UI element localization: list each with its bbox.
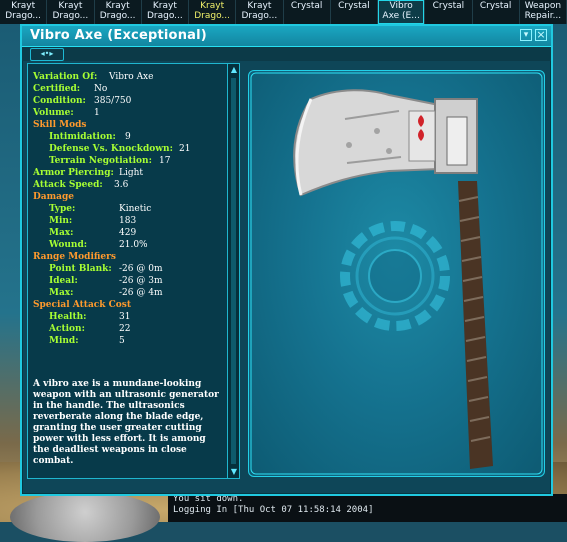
condition-row: Condition: 385/750 [33, 96, 132, 106]
inventory-slot-line2: Drago... [99, 11, 136, 21]
details-scrollbar[interactable]: ▲ ▼ [227, 64, 239, 478]
item-description: A vibro axe is a mundane-looking weapon … [33, 379, 219, 466]
inventory-slot[interactable]: Krayt Drago... [189, 0, 237, 24]
inventory-slot[interactable]: Krayt Drago... [95, 0, 142, 24]
inventory-slot[interactable]: Crystal [331, 0, 378, 24]
inventory-slot[interactable]: Crystal [473, 0, 520, 24]
inventory-slot-line1: Vibro [389, 1, 413, 11]
inventory-slot-line2: Crystal [479, 1, 512, 11]
max-range-row: Max: -26 @ 4m [49, 288, 163, 298]
window-toolbar: ◂•▸ [22, 47, 551, 61]
close-button[interactable]: × [535, 29, 547, 41]
inventory-slot-line1: Krayt [247, 1, 272, 11]
scroll-track[interactable] [231, 78, 236, 464]
chat-log: You sit down. Logging In [Thu Oct 07 11:… [168, 494, 567, 522]
skill-mods-header: Skill Mods [33, 120, 87, 130]
preview-graphic [250, 72, 543, 475]
ideal-range-row: Ideal: -26 @ 3m [49, 276, 163, 286]
damage-type-row: Type: Kinetic [49, 204, 152, 214]
inventory-slot-line2: Drago... [52, 11, 89, 21]
inventory-slot-line1: Krayt [105, 1, 130, 11]
inventory-slot[interactable]: Krayt Drago... [142, 0, 189, 24]
inventory-slot[interactable]: Crystal [284, 0, 331, 24]
volume-row: Volume: 1 [33, 108, 100, 118]
damage-header: Damage [33, 192, 75, 202]
point-blank-row: Point Blank: -26 @ 0m [49, 264, 163, 274]
minimize-button[interactable]: ▾ [520, 29, 532, 41]
nav-arrows-icon[interactable]: ◂•▸ [30, 48, 64, 61]
inventory-slot[interactable]: Weapon Repair... [520, 0, 567, 24]
inventory-slot[interactable]: Krayt Drago... [0, 0, 48, 24]
inventory-slot-line1: Krayt [152, 1, 177, 11]
inventory-slot-line1: Krayt [200, 1, 225, 11]
inventory-slot[interactable]: Vibro Axe (E... [378, 0, 426, 24]
inventory-strip: Krayt Drago... Krayt Drago... Krayt Drago... K… [0, 0, 567, 24]
window-titlebar[interactable]: Vibro Axe (Exceptional) ▾ × [22, 26, 551, 47]
gear-emblem-icon [340, 221, 450, 331]
inventory-slot-line2: Drago... [241, 11, 278, 21]
inventory-slot[interactable]: Crystal [425, 0, 473, 24]
range-modifiers-header: Range Modifiers [33, 252, 116, 262]
action-cost-row: Action: 22 [49, 324, 131, 334]
health-cost-row: Health: 31 [49, 312, 131, 322]
inventory-slot-line2: Drago... [5, 11, 42, 21]
attack-speed-row: Attack Speed: 3.6 [33, 180, 129, 190]
inventory-slot-line1: Krayt [11, 1, 36, 11]
inventory-slot-line2: Axe (E... [382, 11, 420, 21]
inventory-slot-line1: Krayt [58, 1, 83, 11]
scroll-up-arrow-icon[interactable]: ▲ [229, 65, 239, 75]
chat-line: Logging In [Thu Oct 07 11:58:14 2004] [173, 505, 374, 515]
scroll-down-arrow-icon[interactable]: ▼ [229, 467, 239, 477]
armor-piercing-row: Armor Piercing: Light [33, 168, 144, 178]
special-attack-cost-header: Special Attack Cost [33, 300, 132, 310]
item-details-panel: Variation Of: Vibro Axe Certified: No Cond… [27, 63, 240, 479]
examine-window: Vibro Axe (Exceptional) ▾ × ◂•▸ Variatio… [20, 24, 553, 496]
inventory-slot-line2: Drago... [146, 11, 183, 21]
window-title: Vibro Axe (Exceptional) [30, 28, 207, 43]
variation-row: Variation Of: Vibro Axe [33, 72, 154, 82]
mind-cost-row: Mind: 5 [49, 336, 125, 346]
inventory-slot-line2: Crystal [290, 1, 323, 11]
defense-knockdown-row: Defense Vs. Knockdown: 21 [49, 144, 191, 154]
rock-formation [10, 492, 160, 542]
inventory-slot[interactable]: Krayt Drago... [47, 0, 95, 24]
damage-max-row: Max: 429 [49, 228, 137, 238]
certified-row: Certified: No [33, 84, 108, 94]
inventory-slot-line2: Crystal [338, 1, 370, 11]
item-preview-panel[interactable] [248, 70, 545, 477]
intimidation-row: Intimidation: 9 [49, 132, 131, 142]
inventory-slot-line2: Drago... [194, 11, 231, 21]
wound-row: Wound: 21.0% [49, 240, 148, 250]
inventory-slot-line2: Repair... [524, 11, 562, 21]
damage-min-row: Min: 183 [49, 216, 137, 226]
inventory-slot[interactable]: Krayt Drago... [236, 0, 284, 24]
terrain-negotiation-row: Terrain Negotiation: 17 [49, 156, 171, 166]
inventory-slot-line1: Weapon [524, 1, 562, 11]
inventory-slot-line2: Crystal [432, 1, 465, 11]
